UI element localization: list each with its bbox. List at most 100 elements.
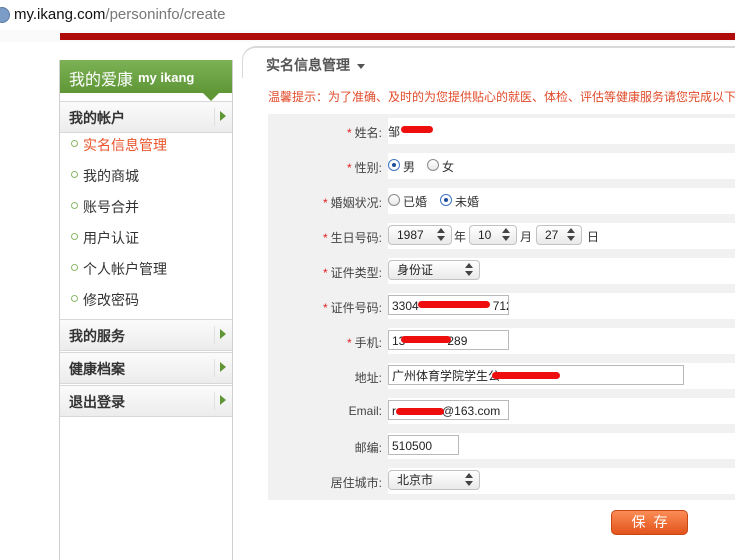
gender-female-radio[interactable]: [427, 159, 439, 171]
form-row-birthday: * 生日号码: 1987 年 10 月 27 日: [268, 219, 735, 253]
id-number-suffix: 712: [492, 299, 508, 313]
sidebar: 我的爱康 my ikang 我的帐户 实名信息管理 我的商城 账号合并 用户认证…: [59, 60, 233, 560]
marital-single-radio[interactable]: [440, 194, 452, 206]
brand-subtitle: my ikang: [138, 70, 195, 85]
name-label: 姓名:: [354, 126, 382, 140]
marital-label: 婚姻状况:: [330, 196, 382, 210]
id-type-select[interactable]: 身份证: [388, 260, 480, 280]
zip-value: 510500: [392, 439, 433, 453]
header-red-bar: [60, 33, 735, 40]
divider: [214, 359, 215, 377]
required-mark: *: [322, 231, 328, 245]
sidebar-section-label: 健康档案: [69, 361, 125, 377]
birth-year-value: 1987: [397, 228, 424, 242]
city-label: 居住城市:: [330, 476, 382, 490]
sidebar-item-personal-account[interactable]: 个人帐户管理: [60, 256, 232, 280]
redaction-mark: [401, 126, 433, 133]
form-row-mobile: * 手机: 13 289: [268, 324, 735, 358]
bullet-icon: [71, 202, 78, 209]
sidebar-section-services[interactable]: 我的服务: [60, 319, 232, 351]
mobile-label: 手机:: [354, 336, 382, 350]
gender-male-radio[interactable]: [388, 159, 400, 171]
divider: [214, 392, 215, 410]
field-cell: 男 女: [388, 153, 735, 179]
sidebar-item-change-password[interactable]: 修改密码: [60, 287, 232, 311]
sidebar-item-label: 账号合并: [83, 199, 139, 215]
page-title[interactable]: 实名信息管理: [258, 55, 373, 75]
sidebar-section-health-records[interactable]: 健康档案: [60, 352, 232, 384]
field-label: 地址:: [268, 369, 382, 386]
sidebar-item-label: 实名信息管理: [83, 137, 167, 153]
chevron-right-icon: [220, 111, 226, 121]
redaction-mark: [492, 372, 560, 379]
sidebar-item-label: 个人帐户管理: [83, 261, 167, 277]
sidebar-section-logout[interactable]: 退出登录: [60, 385, 232, 417]
field-label: 邮编:: [268, 439, 382, 456]
field-cell: 3304 712: [388, 293, 735, 319]
redaction-mark: [401, 336, 451, 343]
field-label: * 生日号码:: [268, 229, 382, 246]
url-host: my.ikang.com: [14, 6, 106, 23]
field-cell: 510500: [388, 433, 735, 459]
gender-female-label[interactable]: 女: [442, 158, 454, 175]
field-cell: 已婚 未婚: [388, 188, 735, 214]
birthday-label: 生日号码:: [330, 231, 382, 245]
form-row-address: 地址: 广州体育学院学生公: [268, 359, 735, 393]
field-cell: 邹: [388, 118, 735, 144]
brand-notch: [202, 92, 220, 101]
field-label: * 证件号码:: [268, 299, 382, 316]
bullet-icon: [71, 295, 78, 302]
field-label: * 姓名:: [268, 124, 382, 141]
form-row-gender: * 性别: 男 女: [268, 149, 735, 183]
updown-arrows-icon: [567, 228, 575, 242]
address-bar[interactable]: my.ikang.com/personinfo/create: [0, 0, 735, 31]
birth-month-value: 10: [478, 228, 492, 242]
url-text[interactable]: my.ikang.com/personinfo/create: [14, 6, 226, 23]
field-cell: 13 289: [388, 328, 735, 354]
form-row-id-number: *证件号码: 3304 712: [268, 289, 735, 323]
form-row-marital: * 婚姻状况: 已婚 未婚: [268, 184, 735, 218]
save-button[interactable]: 保存: [611, 510, 688, 535]
sidebar-item-realname-info[interactable]: 实名信息管理: [60, 132, 232, 156]
zip-input[interactable]: 510500: [388, 435, 459, 455]
id-number-label: 证件号码:: [330, 301, 382, 315]
field-cell: r @163.com: [388, 398, 735, 424]
marital-single-label[interactable]: 未婚: [455, 193, 479, 210]
bullet-icon: [71, 140, 78, 147]
bullet-icon: [71, 171, 78, 178]
name-value: 邹: [388, 125, 401, 139]
sidebar-section-label: 我的服务: [69, 328, 125, 344]
email-suffix: @163.com: [442, 404, 501, 418]
form-row-id-type: * 证件类型: 身份证: [268, 254, 735, 288]
updown-arrows-icon: [465, 263, 473, 277]
brand-title: 我的爱康: [69, 72, 134, 89]
field-label: Email:: [268, 404, 382, 418]
brand-header: 我的爱康 my ikang: [60, 60, 232, 93]
birth-year-select[interactable]: 1987: [388, 225, 452, 245]
page-title-text: 实名信息管理: [266, 57, 350, 73]
sidebar-section-account[interactable]: 我的帐户: [60, 101, 232, 133]
chevron-right-icon: [220, 329, 226, 339]
birth-day-select[interactable]: 27: [536, 225, 582, 245]
marital-married-label[interactable]: 已婚: [403, 193, 427, 210]
gender-male-label[interactable]: 男: [403, 158, 415, 175]
day-unit: 日: [587, 230, 600, 244]
sidebar-item-account-merge[interactable]: 账号合并: [60, 194, 232, 218]
birth-day-value: 27: [545, 228, 559, 242]
id-type-value: 身份证: [397, 263, 434, 277]
address-value: 广州体育学院学生公: [392, 369, 501, 383]
bullet-icon: [71, 233, 78, 240]
required-mark: *: [346, 161, 352, 175]
sidebar-item-user-verification[interactable]: 用户认证: [60, 225, 232, 249]
sidebar-item-my-mall[interactable]: 我的商城: [60, 163, 232, 187]
city-select[interactable]: 北京市: [388, 470, 480, 490]
gender-label: 性别:: [354, 161, 382, 175]
url-path: /personinfo/create: [105, 6, 226, 23]
marital-married-radio[interactable]: [388, 194, 400, 206]
redaction-mark: [418, 301, 490, 308]
required-mark: *: [322, 266, 328, 280]
zip-label: 邮编:: [354, 441, 382, 455]
bullet-icon: [71, 264, 78, 271]
field-cell: 北京市: [388, 468, 735, 494]
birth-month-select[interactable]: 10: [469, 225, 517, 245]
